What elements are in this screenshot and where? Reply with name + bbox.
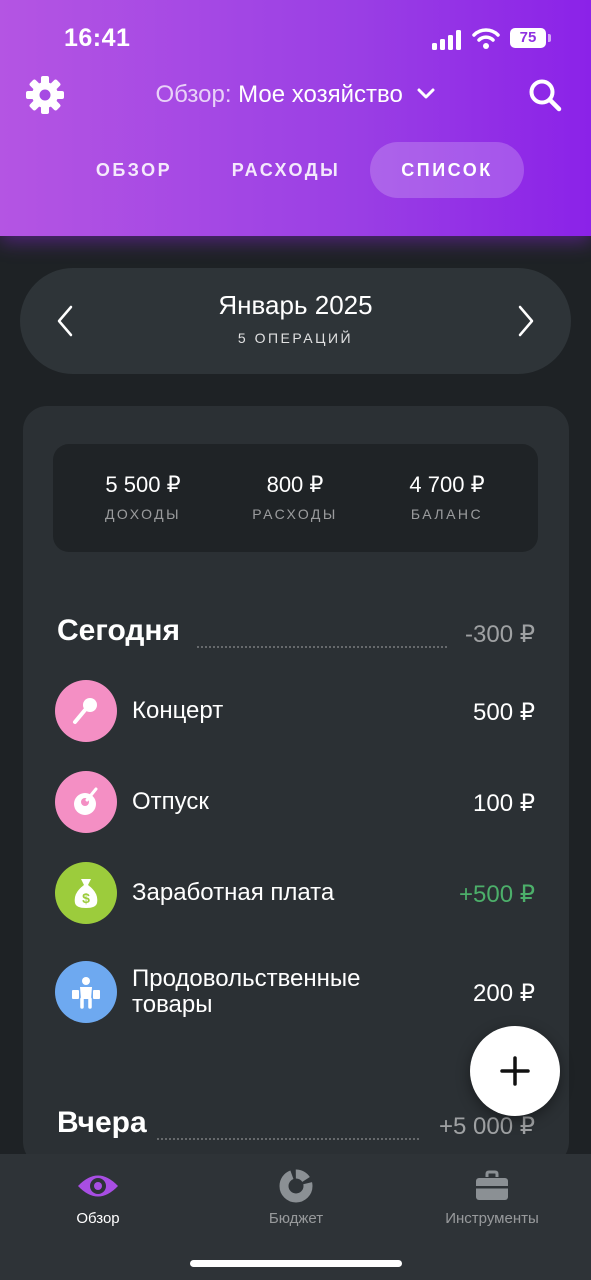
transaction-row[interactable]: $ Заработная плата +500 ₽	[55, 862, 535, 924]
microphone-icon	[55, 680, 117, 742]
household-name: Мое хозяйство	[238, 81, 403, 108]
tab-overview[interactable]: ОБЗОР	[74, 142, 194, 198]
income-label: ДОХОДЫ	[104, 506, 182, 522]
donut-chart-icon	[279, 1169, 313, 1203]
dotted-leader	[157, 1138, 419, 1140]
home-indicator	[190, 1260, 402, 1267]
status-bar: 16:41 75	[0, 22, 591, 56]
coconut-icon	[55, 771, 117, 833]
battery-indicator: 75	[510, 28, 551, 48]
cellular-signal-icon	[432, 30, 464, 50]
household-selector[interactable]: Обзор: Мое хозяйство	[0, 78, 591, 112]
balance-label: БАЛАНС	[410, 506, 484, 522]
day-title: Вчера	[57, 1106, 147, 1139]
month-selector: Январь 2025 5 ОПЕРАЦИЙ	[20, 268, 571, 374]
transaction-name: Продовольственные товары	[132, 966, 361, 1018]
balance-value: 4 700 ₽	[409, 472, 485, 497]
briefcase-icon	[476, 1170, 508, 1200]
expenses-label: РАСХОДЫ	[252, 506, 338, 522]
summary-expenses: 800 ₽ РАСХОДЫ	[215, 472, 375, 522]
operations-count: 5 ОПЕРАЦИЙ	[237, 330, 354, 346]
transaction-name: Заработная плата	[132, 879, 335, 906]
day-total: -300 ₽	[465, 621, 535, 648]
day-title: Сегодня	[57, 614, 181, 647]
transaction-row[interactable]: Отпуск 100 ₽	[55, 771, 535, 833]
eye-icon	[78, 1175, 118, 1197]
month-summary: 5 500 ₽ ДОХОДЫ 800 ₽ РАСХОДЫ 4 700 ₽ БАЛ…	[53, 444, 538, 552]
day-total: +5 000 ₽	[438, 1113, 535, 1140]
wifi-icon	[472, 28, 500, 49]
transaction-name: Концерт	[132, 697, 224, 724]
tab-list[interactable]: СПИСОК	[370, 142, 524, 198]
chevron-down-icon	[417, 88, 434, 99]
transaction-name-line-2: товары	[132, 991, 213, 1018]
tab-expenses[interactable]: РАСХОДЫ	[214, 142, 358, 198]
transaction-amount: 500 ₽	[473, 699, 535, 726]
svg-text:$: $	[82, 890, 90, 906]
transaction-row[interactable]: Продовольственные товары 200 ₽	[55, 961, 535, 1023]
header: 16:41 75 Обзор: Мое хозяйство ОБЗОР РАСХ…	[0, 0, 591, 236]
expenses-value: 800 ₽	[266, 472, 324, 497]
transaction-amount: 100 ₽	[473, 790, 535, 817]
chevron-right-icon[interactable]	[517, 305, 535, 337]
day-header-today: Сегодня -300 ₽	[57, 614, 535, 654]
grocery-person-icon	[55, 961, 117, 1023]
transaction-name-line-1: Продовольственные	[132, 965, 361, 992]
nav-item-overview[interactable]: Обзор	[8, 1166, 188, 1227]
view-tabs: ОБЗОР РАСХОДЫ СПИСОК	[0, 142, 591, 198]
dotted-leader	[197, 646, 447, 648]
transaction-amount: +500 ₽	[459, 881, 535, 908]
transaction-amount: 200 ₽	[473, 980, 535, 1007]
transaction-name: Отпуск	[132, 788, 209, 815]
title-prefix: Обзор:	[155, 81, 232, 108]
status-time: 16:41	[64, 24, 131, 52]
money-bag-icon: $	[55, 862, 117, 924]
summary-income: 5 500 ₽ ДОХОДЫ	[63, 472, 223, 522]
nav-item-tools[interactable]: Инструменты	[402, 1166, 582, 1227]
nav-label: Инструменты	[445, 1210, 539, 1227]
nav-label: Обзор	[76, 1210, 120, 1227]
month-title: Январь 2025	[218, 290, 373, 320]
day-header-yesterday: Вчера +5 000 ₽	[57, 1106, 535, 1146]
add-transaction-button[interactable]	[470, 1026, 560, 1116]
nav-label: Бюджет	[268, 1210, 324, 1227]
summary-balance: 4 700 ₽ БАЛАНС	[367, 472, 527, 522]
plus-icon	[500, 1056, 530, 1086]
nav-item-budget[interactable]: Бюджет	[206, 1166, 386, 1227]
transaction-row[interactable]: Концерт 500 ₽	[55, 680, 535, 742]
search-icon[interactable]	[528, 78, 562, 112]
income-value: 5 500 ₽	[105, 472, 181, 497]
